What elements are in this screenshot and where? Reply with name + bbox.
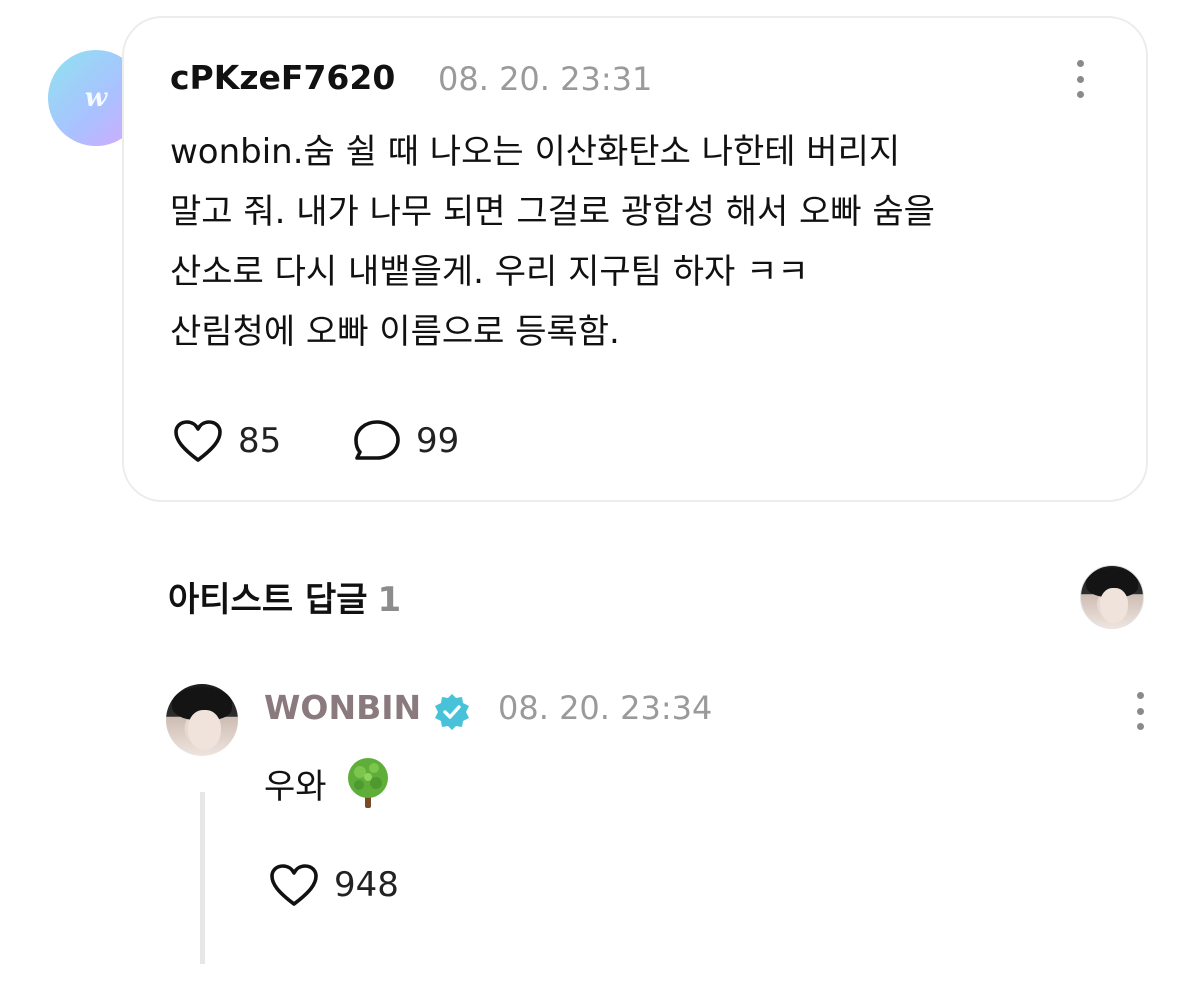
like-count: 85 [238, 421, 282, 461]
reply-like-button[interactable]: 948 [268, 862, 399, 908]
artist-replies-title: 아티스트 답글 [168, 580, 368, 620]
avatar-letter: w [84, 83, 108, 113]
post-username[interactable]: cPKzeF7620 [170, 58, 395, 97]
post-card: cPKzeF7620 08. 20. 23:31 wonbin.숨 쉴 때 나오… [122, 16, 1148, 502]
verified-badge-icon [435, 694, 469, 730]
thread-line [200, 792, 205, 964]
comment-count: 99 [416, 421, 460, 461]
comment-button[interactable]: 99 [352, 418, 459, 464]
reply-timestamp: 08. 20. 23:34 [498, 689, 713, 727]
post-body-line: 산소로 다시 내뱉을게. 우리 지구팀 하자 ㅋㅋ [170, 252, 809, 292]
post-timestamp: 08. 20. 23:31 [438, 60, 653, 98]
like-button[interactable]: 85 [172, 418, 281, 464]
reply-body: 우와 [264, 756, 393, 810]
reply-more-options-icon[interactable] [1128, 688, 1152, 734]
artist-mini-avatar[interactable] [1080, 565, 1144, 629]
post-body-line: 말고 줘. 내가 나무 되면 그걸로 광합성 해서 오빠 숨을 [170, 192, 935, 232]
post-body: wonbin.숨 쉴 때 나오는 이산화탄소 나한테 버리지 말고 줘. 내가 … [170, 122, 1130, 362]
heart-icon [174, 420, 222, 462]
speech-bubble-icon [354, 420, 400, 460]
reply-author-name[interactable]: WONBIN [264, 688, 421, 727]
reply-avatar[interactable] [166, 684, 238, 756]
more-options-icon[interactable] [1068, 56, 1092, 102]
artist-replies-heading: 아티스트 답글 1 [168, 572, 401, 621]
reply-text: 우와 [264, 766, 327, 807]
artist-replies-count: 1 [377, 580, 402, 620]
heart-icon [270, 864, 318, 906]
post-body-line: 산림청에 오빠 이름으로 등록함. [170, 312, 620, 352]
post-body-line: wonbin.숨 쉴 때 나오는 이산화탄소 나한테 버리지 [170, 132, 901, 172]
reply-like-count: 948 [334, 865, 399, 905]
tree-emoji-icon [347, 758, 388, 808]
